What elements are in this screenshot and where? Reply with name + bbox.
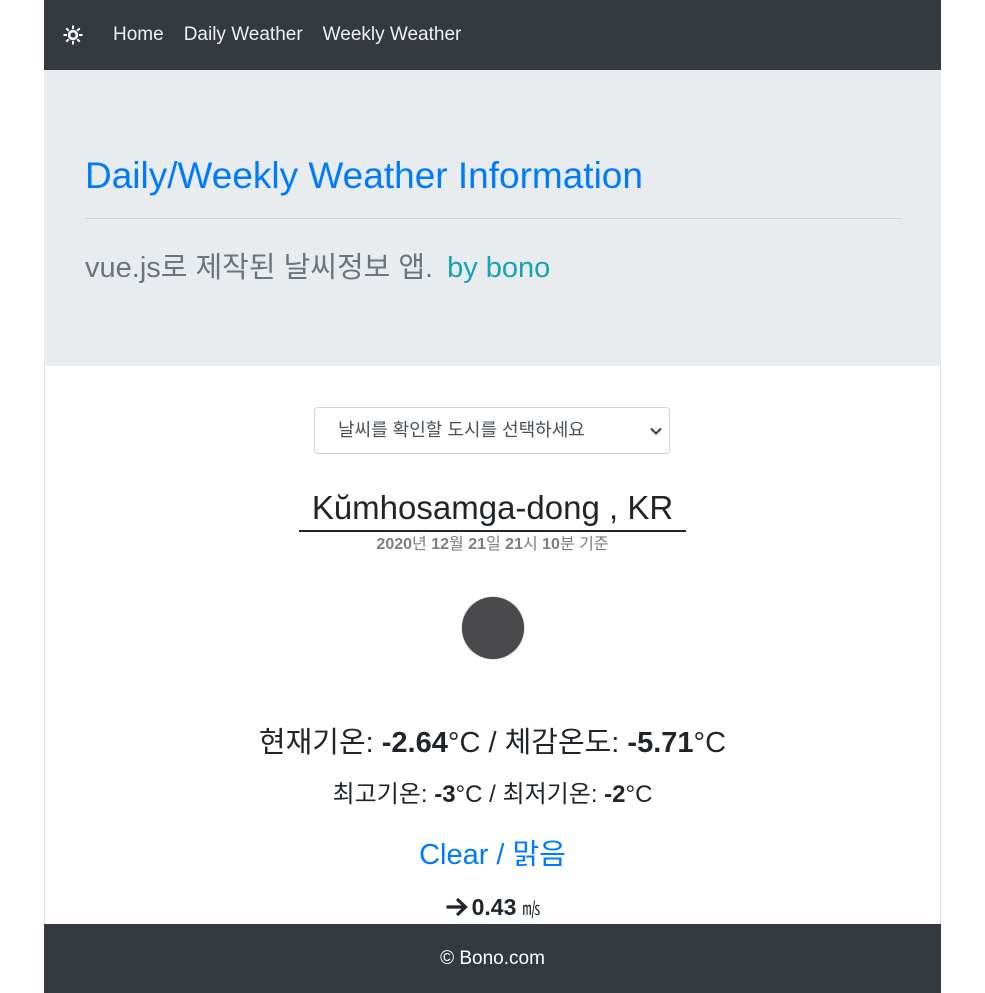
max-temp-value: -3	[434, 781, 456, 808]
current-temp-value: -2.64	[381, 727, 448, 759]
brand-sun-icon[interactable]	[63, 25, 83, 45]
arrow-right-icon	[446, 897, 468, 917]
weather-condition-icon	[462, 597, 524, 659]
chevron-down-icon	[650, 427, 662, 435]
author-credit: by bono	[447, 252, 551, 284]
wind-unit: ㎧	[522, 899, 541, 919]
lead-text: vue.js로 제작된 날씨정보 앱. by bono	[85, 248, 550, 288]
min-temp-value: -2	[604, 781, 626, 808]
divider	[85, 218, 901, 219]
feels-like-value: -5.71	[627, 727, 694, 759]
observation-time: 2020년 12월 21일 21시 10분 기준	[376, 536, 609, 553]
jumbotron: Daily/Weekly Weather Information vue.js로…	[44, 70, 941, 366]
min-max-temperature: 최고기온: -3°C / 최저기온: -2°C	[332, 781, 653, 808]
top-navbar: Home Daily Weather Weekly Weather	[44, 0, 941, 70]
city-name: Kŭmhosamga-dong , KR	[299, 486, 686, 532]
current-temperature: 현재기온: -2.64°C / 체감온도: -5.71°C	[258, 727, 727, 759]
city-select[interactable]: 날씨를 확인할 도시를 선택하세요	[314, 407, 670, 454]
weather-description: Clear / 맑음	[419, 839, 566, 871]
lead-description: vue.js로 제작된 날씨정보 앱.	[85, 252, 434, 284]
wind-speed-value: 0.43	[471, 894, 517, 920]
city-select-value: 날씨를 확인할 도시를 선택하세요	[338, 420, 585, 440]
nav-weekly-weather-link[interactable]: Weekly Weather	[323, 24, 462, 46]
wind-speed: 0.43 ㎧	[0, 889, 985, 927]
nav-daily-weather-link[interactable]: Daily Weather	[184, 24, 303, 46]
page-footer: © Bono.com	[44, 924, 941, 993]
nav-home-link[interactable]: Home	[113, 24, 164, 46]
page-title: Daily/Weekly Weather Information	[85, 155, 643, 196]
